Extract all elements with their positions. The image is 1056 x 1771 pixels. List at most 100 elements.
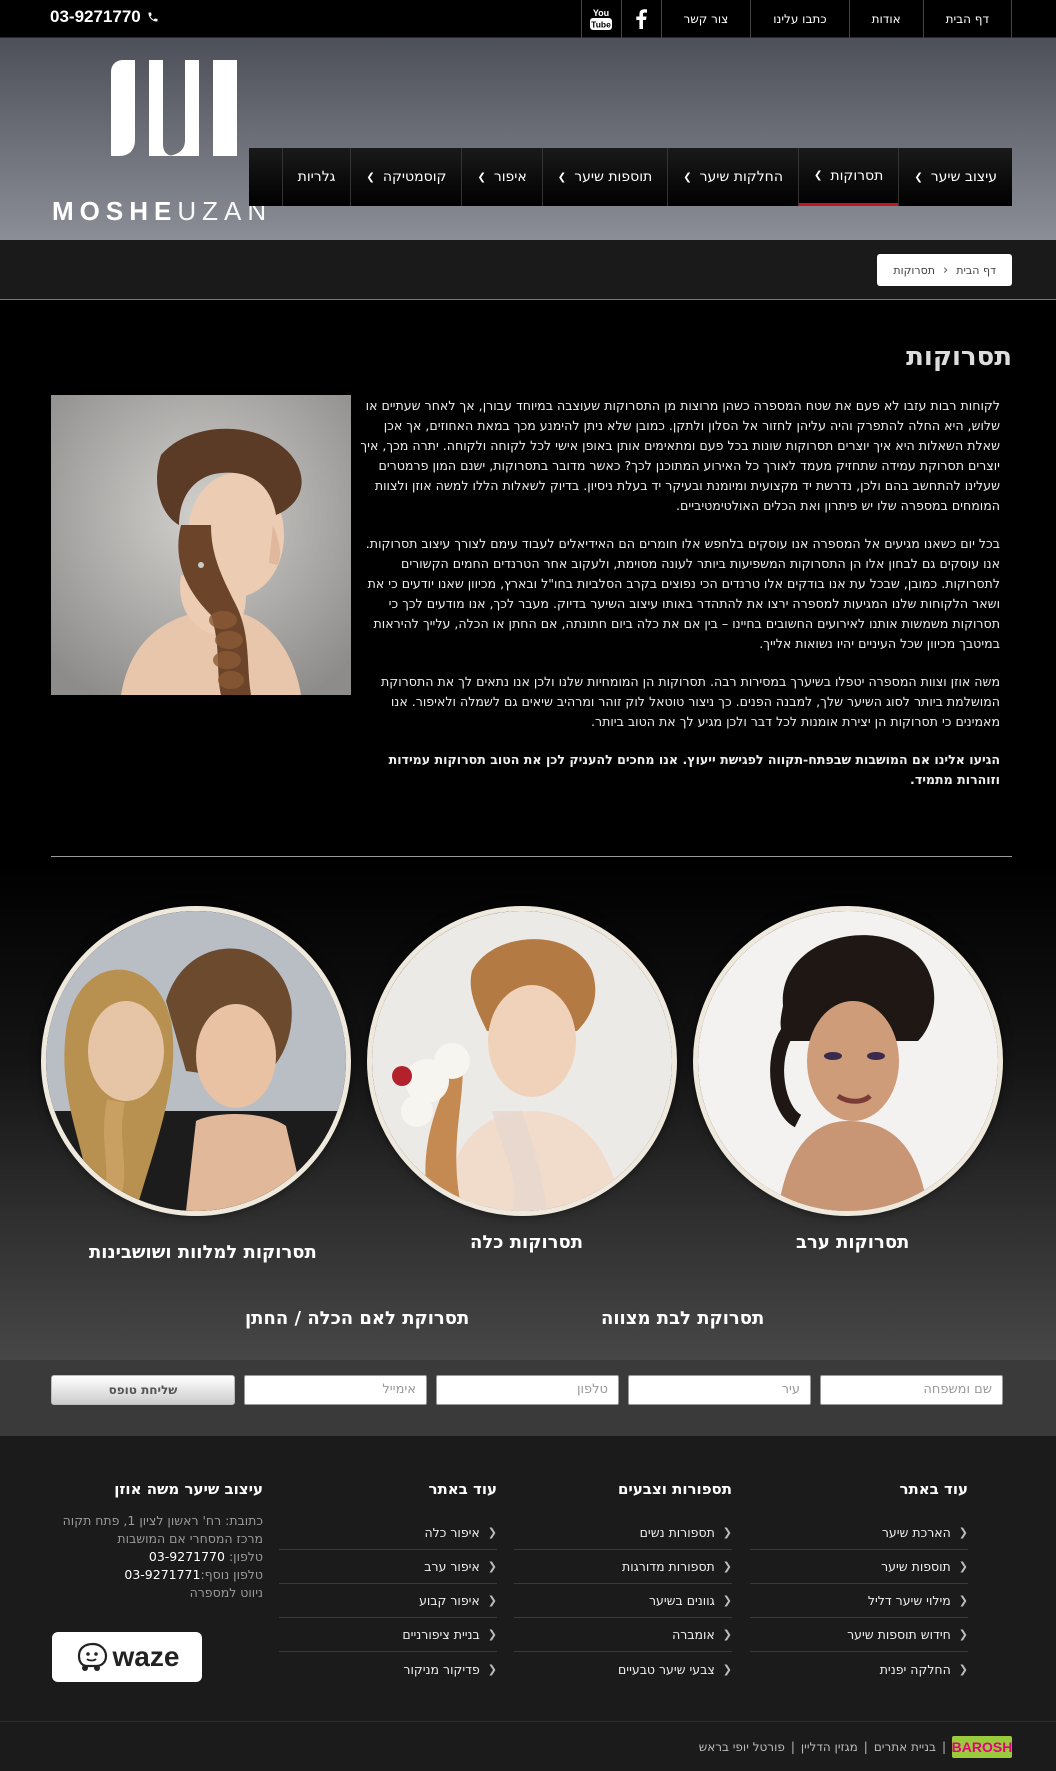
footer-link-label: איפור קבוע	[419, 1593, 480, 1608]
city-field[interactable]: עיר	[628, 1375, 811, 1405]
contact-phone[interactable]: 03-9271770	[149, 1549, 225, 1564]
footer-link-label: אומברה	[672, 1627, 715, 1642]
bottom-link-magazine[interactable]: מגזין הדליין	[801, 1740, 858, 1754]
nav-cosmetics[interactable]: קוסמטיקה ❯	[350, 148, 461, 206]
toplink-home[interactable]: דף הבית	[922, 0, 1012, 38]
chevron-left-icon: ❮	[958, 1628, 968, 1641]
braid-hairstyle-photo	[51, 395, 351, 695]
footer-link-label: צבעי שיער טבעיים	[617, 1661, 715, 1677]
article-paragraph: משה אוזן וצוות המספרה יטפלו בשיערך במסיר…	[381, 674, 1000, 729]
footer-link-label: איפור כלה	[424, 1525, 480, 1540]
header: MOSHEUZAN עיצוב שיער ❯ תסרוקות ❯ החלקות שי…	[0, 38, 1056, 240]
footer-link[interactable]: ❮ החלקה יפנית	[750, 1652, 968, 1686]
article-paragraph: לקוחות רבות עזבו לא פעם את שטח המספרה כש…	[360, 398, 1000, 513]
footer-link[interactable]: ❮ פדיקור מניקור	[279, 1652, 497, 1686]
nav-label: תוספות שיער	[574, 169, 653, 185]
hairstyle-gallery: תסרוקות ערב תסרוקות כלה תסרוקות למלוות ו…	[0, 862, 1056, 1360]
logo-mark-icon	[111, 60, 237, 156]
gallery-title-bridal[interactable]: תסרוקות כלה	[470, 1232, 583, 1253]
footer-link[interactable]: ❮ הארכת שיער	[750, 1516, 968, 1550]
article-text: לקוחות רבות עזבו לא פעם את שטח המספרה כש…	[360, 396, 1000, 808]
barosh-logo[interactable]: BAROSH	[952, 1736, 1012, 1758]
footer-link[interactable]: ❮ בניית ציפורניים	[279, 1618, 497, 1652]
nav-label: תסרוקות	[830, 167, 884, 184]
nav-galleries[interactable]: גלריות	[281, 148, 351, 206]
nav-hairstyles[interactable]: תסרוקות ❯	[797, 148, 899, 206]
breadcrumb-home[interactable]: דף הבית	[956, 264, 996, 277]
bottom-bar: BAROSH | בניית אתרים | מגזין הדליין | פו…	[0, 1721, 1056, 1771]
footer-link[interactable]: ❮ אומברה	[514, 1618, 732, 1652]
top-phone[interactable]: 03-9271770	[50, 7, 159, 27]
chevron-left-icon: ❮	[722, 1526, 732, 1539]
chevron-left-icon: ❮	[958, 1560, 968, 1573]
phone-field[interactable]: טלפון	[436, 1375, 619, 1405]
gallery-title-bridesmaids[interactable]: תסרוקות למלוות ושושבינות	[89, 1242, 317, 1263]
footer-link-label: הארכת שיער	[881, 1525, 951, 1540]
footer-link[interactable]: ❮ תוספות שיער	[750, 1550, 968, 1584]
footer-link[interactable]: ❮ חידוש תוספות שיער	[750, 1618, 968, 1652]
article-paragraph: בכל יום כשאנו מגיעים אל המספרה אנו עוסקי…	[365, 536, 1000, 651]
link-bat-mitzva[interactable]: תסרוקת לבת מצווה	[601, 1308, 764, 1329]
breadcrumb-bar: דף הבית ‹ תסרוקות	[0, 240, 1056, 300]
gallery-title-evening[interactable]: תסרוקות ערב	[796, 1232, 909, 1253]
toplink-contact[interactable]: צור קשר	[660, 0, 751, 38]
footer-link[interactable]: ❮ איפור ערב	[279, 1550, 497, 1584]
chevron-left-icon: ❮	[487, 1560, 497, 1573]
youtube-icon[interactable]: You Tube	[580, 0, 621, 38]
footer-link[interactable]: ❮ מילוי שיער דליל	[750, 1584, 968, 1618]
bottom-link-web-design[interactable]: בניית אתרים	[874, 1740, 936, 1754]
chevron-left-icon: ❮	[958, 1662, 968, 1676]
contact-navigate-label: ניווט למספרה	[189, 1585, 263, 1600]
gallery-bridesmaids-image[interactable]	[41, 906, 351, 1216]
footer-link[interactable]: ❮ תספורות נשים	[514, 1516, 732, 1550]
toplink-about[interactable]: אודות	[848, 0, 923, 38]
name-field[interactable]: שם ומשפחה	[820, 1375, 1003, 1405]
nav-extensions[interactable]: תוספות שיער ❯	[541, 148, 667, 206]
contact-center: מרכז המסחרי אם המושבות	[117, 1531, 263, 1546]
contact-phone2-label: טלפון נוסף:	[200, 1567, 263, 1582]
footer-link[interactable]: ❮ איפור כלה	[279, 1516, 497, 1550]
nav-makeup[interactable]: איפור ❯	[461, 148, 541, 206]
top-bar: 03-9271770 דף הבית אודות כתבו עלינו צור …	[0, 0, 1056, 38]
footer-column-title: תספורות וצבעים	[617, 1480, 732, 1498]
gallery-evening-image[interactable]	[693, 906, 1003, 1216]
separator: |	[790, 1740, 795, 1754]
chevron-left-icon: ❮	[958, 1526, 968, 1539]
nav-straightening[interactable]: החלקות שיער ❯	[667, 148, 798, 206]
toplink-press[interactable]: כתבו עלינו	[750, 0, 848, 38]
gallery-bridal-image[interactable]	[367, 906, 677, 1216]
logo-text: MOSHEUZAN	[52, 196, 272, 227]
footer-column-more: עוד באתר ❮ הארכת שיער ❮ תוספות שיער ❮ מילוי…	[750, 1480, 968, 1686]
contact-phone2[interactable]: 03-9271771	[124, 1567, 200, 1582]
nav-label: גלריות	[297, 169, 336, 185]
nav-hair-design[interactable]: עיצוב שיער ❯	[898, 148, 1012, 206]
facebook-icon[interactable]	[620, 0, 661, 38]
bottom-links: BAROSH | בניית אתרים | מגזין הדליין | פו…	[699, 1736, 1012, 1758]
footer-link[interactable]: ❮ תספורות מדורגות	[514, 1550, 732, 1584]
chevron-down-icon: ❯	[366, 171, 375, 183]
footer-column-title: עוד באתר	[428, 1480, 497, 1498]
footer-link-label: מילוי שיער דליל	[867, 1593, 951, 1608]
waze-button[interactable]: waze	[52, 1632, 202, 1682]
footer-link[interactable]: ❮ צבעי שיער טבעיים	[514, 1652, 732, 1686]
footer-link[interactable]: ❮ גוונים בשיער	[514, 1584, 732, 1618]
bottom-link-beauty-portal[interactable]: פורטל יופי בראש	[699, 1740, 785, 1754]
svg-text:You: You	[593, 8, 609, 18]
svg-text:Tube: Tube	[591, 20, 611, 30]
separator: |	[863, 1740, 868, 1754]
logo-brand-bold: MOSHE	[52, 196, 178, 226]
footer-link-label: תוספות שיער	[881, 1559, 951, 1574]
link-mother-of-bride[interactable]: תסרוקת לאם הכלה / החתן	[245, 1308, 469, 1329]
email-field[interactable]: אימייל	[244, 1375, 427, 1405]
chevron-left-icon: ❮	[722, 1628, 732, 1641]
footer-link-label: בניית ציפורניים	[402, 1627, 480, 1642]
footer-link[interactable]: ❮ איפור קבוע	[279, 1584, 497, 1618]
chevron-left-icon: ❮	[722, 1560, 732, 1573]
page-title: תסרוקות	[906, 342, 1012, 372]
contact-form: שם ומשפחה עיר טלפון אימייל שליחת טופס	[0, 1360, 1056, 1436]
nav-label: החלקות שיער	[699, 169, 783, 185]
chevron-down-icon: ❯	[914, 171, 923, 183]
footer-link-label: פדיקור מניקור	[403, 1661, 480, 1677]
submit-button[interactable]: שליחת טופס	[51, 1375, 235, 1405]
separator: |	[941, 1740, 946, 1754]
